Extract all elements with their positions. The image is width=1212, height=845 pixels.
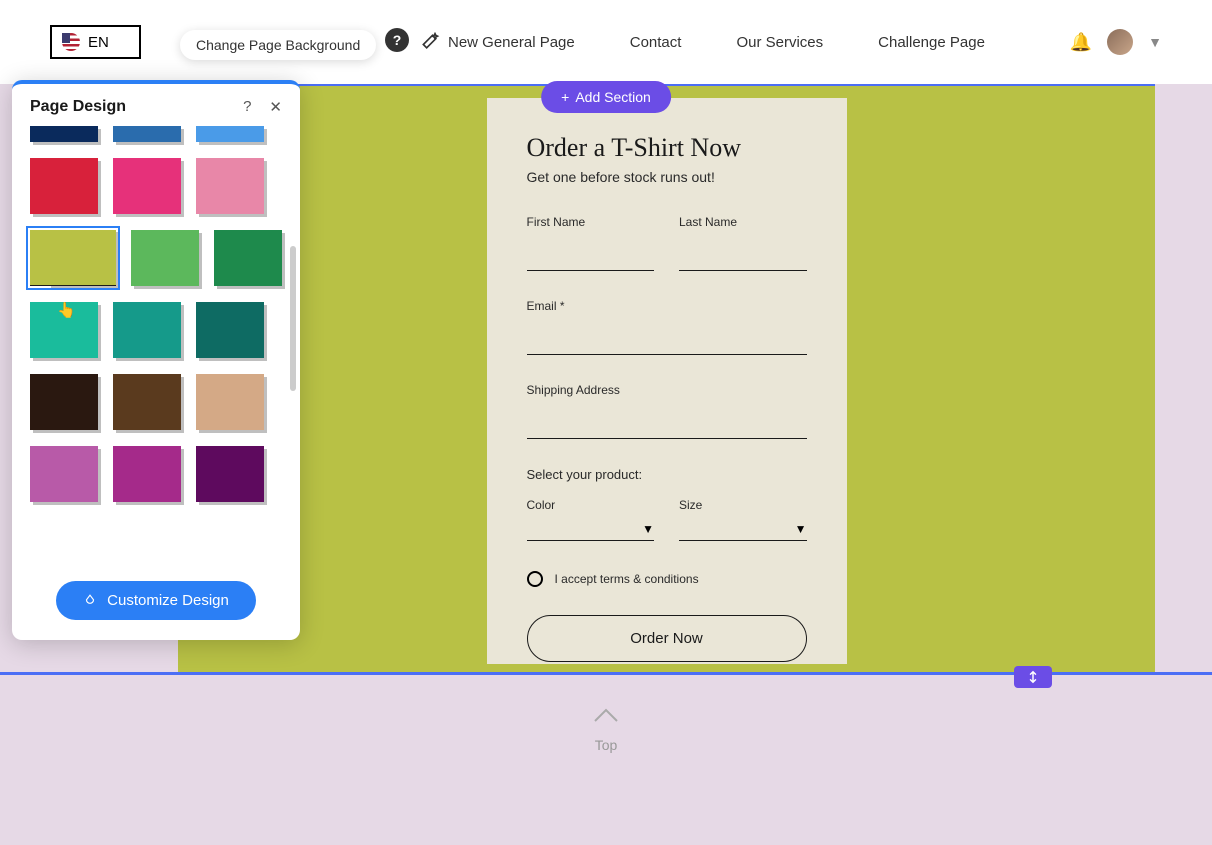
add-section-button[interactable]: + Add Section xyxy=(541,81,671,113)
terms-label: I accept terms & conditions xyxy=(555,572,699,586)
form-title: Order a T-Shirt Now xyxy=(527,133,807,163)
color-swatch[interactable] xyxy=(196,126,264,142)
panel-help-icon[interactable]: ? xyxy=(243,98,251,116)
page-design-panel: Page Design ? ✕ xyxy=(12,80,300,640)
color-swatch[interactable] xyxy=(131,230,199,286)
avatar[interactable] xyxy=(1107,29,1133,55)
color-swatch[interactable] xyxy=(196,158,264,214)
panel-title: Page Design xyxy=(30,98,126,116)
nav-label: Challenge Page xyxy=(878,34,985,51)
chevron-down-icon[interactable]: ▼ xyxy=(1148,34,1162,50)
size-select[interactable]: ▼ xyxy=(679,522,807,541)
form-subtitle: Get one before stock runs out! xyxy=(527,169,807,185)
first-name-input[interactable] xyxy=(527,251,655,271)
nav-challenge-page[interactable]: Challenge Page xyxy=(878,34,985,51)
page-footer: Top xyxy=(0,675,1212,845)
color-swatch[interactable] xyxy=(196,374,264,430)
order-now-button[interactable]: Order Now xyxy=(527,615,807,662)
main-nav: New General Page Contact Our Services Ch… xyxy=(420,32,985,52)
nav-label: Our Services xyxy=(736,34,823,51)
color-select[interactable]: ▼ xyxy=(527,522,655,541)
notifications-icon[interactable]: 🔔 xyxy=(1070,32,1092,53)
add-section-label: Add Section xyxy=(575,89,651,105)
customize-design-button[interactable]: Customize Design xyxy=(56,581,256,620)
back-to-top-icon[interactable] xyxy=(593,703,619,729)
nav-our-services[interactable]: Our Services xyxy=(736,34,823,51)
size-label: Size xyxy=(679,498,807,512)
section-resize-handle[interactable] xyxy=(1014,666,1052,688)
language-code: EN xyxy=(88,34,109,51)
header-right-controls: 🔔 ▼ xyxy=(1070,29,1162,55)
color-swatch[interactable] xyxy=(196,446,264,502)
nav-new-general-page[interactable]: New General Page xyxy=(420,32,575,52)
terms-checkbox[interactable] xyxy=(527,571,543,587)
select-product-label: Select your product: xyxy=(527,467,807,482)
order-form-card: Order a T-Shirt Now Get one before stock… xyxy=(487,98,847,664)
last-name-input[interactable] xyxy=(679,251,807,271)
color-swatch[interactable] xyxy=(196,302,264,358)
nav-label: Contact xyxy=(630,34,682,51)
chevron-down-icon: ▼ xyxy=(795,522,807,536)
nav-contact[interactable]: Contact xyxy=(630,34,682,51)
us-flag-icon xyxy=(62,33,80,51)
color-swatch[interactable] xyxy=(30,446,98,502)
language-selector[interactable]: EN xyxy=(50,25,141,59)
color-swatch[interactable] xyxy=(113,126,181,142)
color-swatch[interactable] xyxy=(113,158,181,214)
color-palette: 👆 xyxy=(12,126,300,565)
color-label: Color xyxy=(527,498,655,512)
color-swatch[interactable] xyxy=(113,302,181,358)
back-to-top-label[interactable]: Top xyxy=(595,737,618,753)
droplet-icon xyxy=(83,594,97,608)
color-swatch[interactable] xyxy=(214,230,282,286)
first-name-label: First Name xyxy=(527,215,655,229)
color-swatch[interactable] xyxy=(30,126,98,142)
email-input[interactable] xyxy=(527,335,807,355)
color-swatch[interactable] xyxy=(30,158,98,214)
site-header: EN Change Page Background ? New General … xyxy=(0,0,1212,84)
customize-design-label: Customize Design xyxy=(107,592,229,609)
color-swatch[interactable] xyxy=(113,446,181,502)
shipping-input[interactable] xyxy=(527,419,807,439)
tooltip-change-background: Change Page Background xyxy=(180,30,376,60)
panel-close-icon[interactable]: ✕ xyxy=(269,98,282,116)
magic-wand-icon xyxy=(420,32,440,52)
page-section-green[interactable]: Order a T-Shirt Now Get one before stock… xyxy=(178,84,1155,672)
color-swatch[interactable] xyxy=(30,374,98,430)
help-icon[interactable]: ? xyxy=(385,28,409,52)
last-name-label: Last Name xyxy=(679,215,807,229)
plus-icon: + xyxy=(561,89,569,105)
color-swatch[interactable] xyxy=(30,302,98,358)
chevron-down-icon: ▼ xyxy=(642,522,654,536)
color-swatch[interactable] xyxy=(113,374,181,430)
shipping-label: Shipping Address xyxy=(527,383,807,397)
palette-scrollbar[interactable] xyxy=(290,246,296,391)
color-swatch-selected[interactable] xyxy=(30,230,116,286)
email-label: Email * xyxy=(527,299,807,313)
nav-label: New General Page xyxy=(448,34,575,51)
